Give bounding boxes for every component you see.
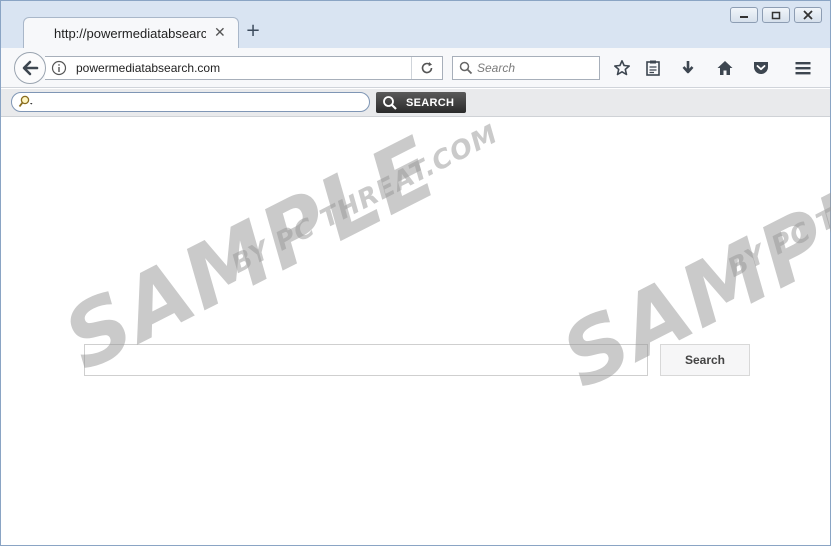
new-tab-button[interactable]: + — [244, 21, 262, 41]
hamburger-menu-icon — [795, 62, 811, 75]
info-icon[interactable] — [51, 60, 67, 76]
search-engine-dropdown-icon[interactable] — [18, 95, 36, 109]
main-search-input[interactable] — [85, 345, 647, 375]
toolbar-search-input[interactable] — [42, 96, 342, 108]
home-icon — [717, 61, 733, 75]
reload-button[interactable] — [412, 57, 442, 79]
bookmark-button[interactable] — [612, 58, 632, 78]
tab-title: http://powermediatabsearch — [54, 25, 206, 41]
downloads-button[interactable] — [678, 58, 698, 78]
search-icon — [459, 61, 473, 75]
main-search-button[interactable]: Search — [660, 344, 750, 376]
back-arrow-icon — [22, 60, 39, 76]
star-icon — [614, 60, 630, 76]
toolbar-search-label: SEARCH — [406, 96, 455, 109]
main-search-field[interactable] — [84, 344, 648, 376]
page-content: Search — [1, 118, 830, 545]
window-controls — [730, 7, 822, 23]
minimize-button[interactable] — [730, 7, 758, 23]
reload-icon — [421, 62, 433, 74]
pocket-icon — [754, 62, 768, 74]
reading-list-button[interactable] — [643, 58, 663, 78]
toolbar-search-button[interactable]: SEARCH — [376, 92, 466, 113]
close-tab-icon[interactable]: ✕ — [214, 25, 226, 41]
download-arrow-icon — [682, 61, 694, 74]
browser-window: http://powermediatabsearch ✕ + powermedi… — [0, 0, 831, 546]
toolbar-search-field[interactable] — [11, 92, 370, 112]
restore-icon — [771, 11, 781, 20]
tab-active[interactable]: http://powermediatabsearch ✕ — [23, 17, 239, 48]
browser-search-input[interactable] — [477, 61, 597, 75]
url-bar[interactable]: powermediatabsearch.com — [45, 56, 443, 80]
back-button[interactable] — [14, 52, 46, 84]
home-button[interactable] — [715, 58, 735, 78]
close-window-button[interactable] — [794, 7, 822, 23]
close-icon — [803, 10, 813, 20]
clipboard-icon — [646, 60, 660, 76]
tab-strip: http://powermediatabsearch ✕ + — [1, 1, 830, 48]
minimize-icon — [740, 16, 748, 18]
search-icon — [383, 95, 397, 110]
menu-button[interactable] — [793, 58, 813, 78]
addon-toolbar: SEARCH — [1, 89, 830, 117]
pocket-button[interactable] — [751, 58, 771, 78]
navigation-bar: powermediatabsearch.com — [1, 48, 830, 88]
url-text[interactable]: powermediatabsearch.com — [76, 61, 411, 75]
restore-button[interactable] — [762, 7, 790, 23]
browser-search-box[interactable] — [452, 56, 600, 80]
